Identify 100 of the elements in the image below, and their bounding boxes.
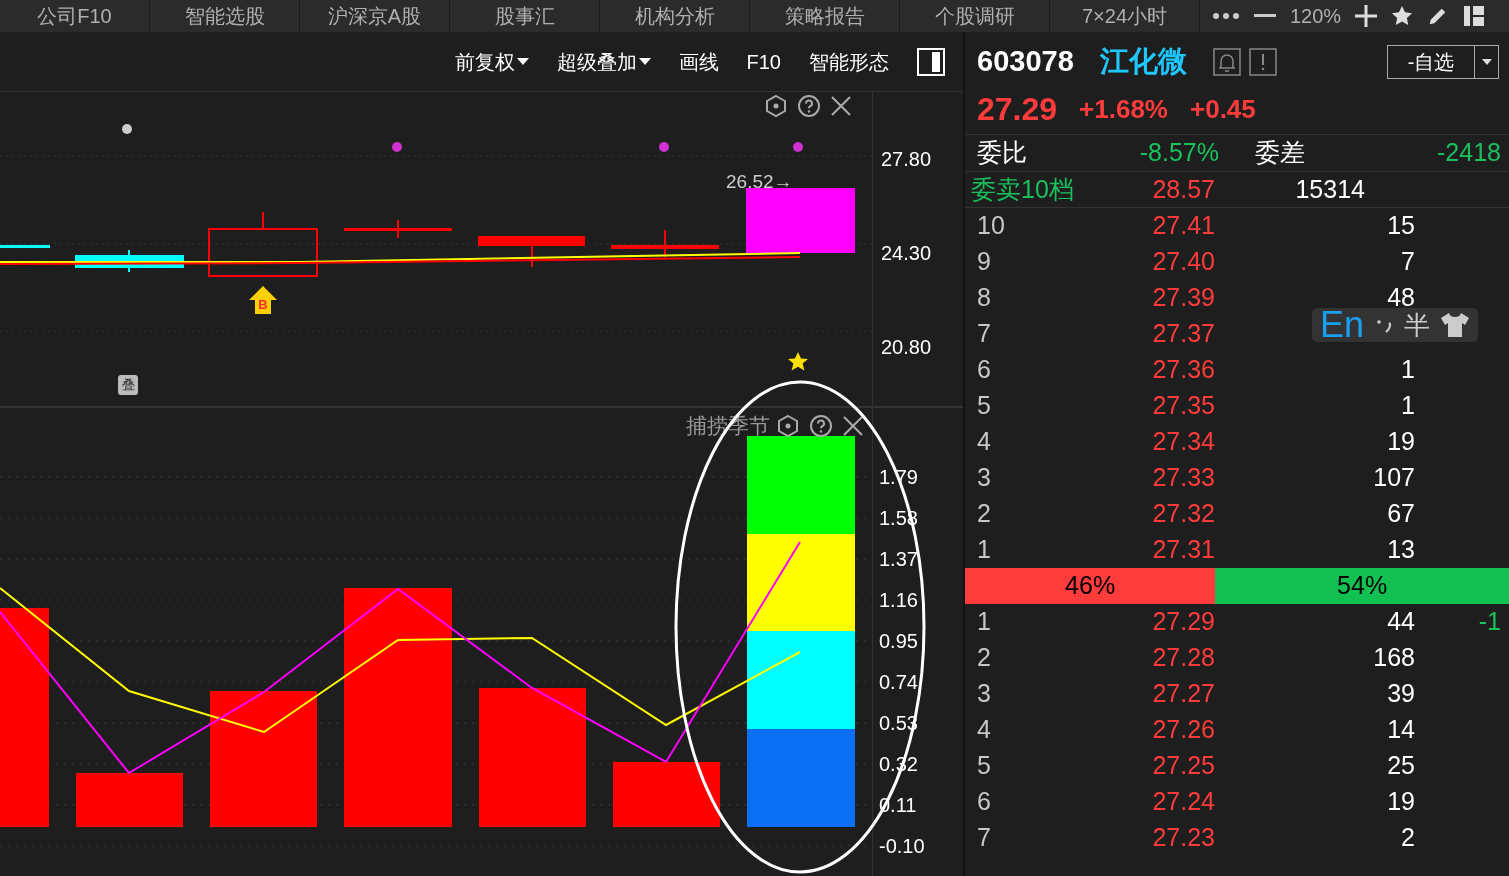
nav-tab[interactable]: 7×24小时 [1050, 0, 1200, 32]
order-volume: 25 [1386, 750, 1415, 782]
last-price: 27.29 [977, 90, 1058, 129]
level-number: 7 [976, 318, 992, 350]
stat-label: 委差 [1254, 137, 1306, 169]
order-price: 27.27 [1151, 678, 1215, 710]
signal-dot [793, 142, 803, 152]
volume-change: -1 [1478, 606, 1502, 638]
star-icon[interactable] [1391, 5, 1414, 27]
level-number: 6 [976, 354, 992, 386]
signal-dot [659, 142, 669, 152]
bell-icon[interactable] [1212, 48, 1241, 76]
order-price: 27.31 [1151, 534, 1215, 566]
order-volume: 19 [1386, 426, 1415, 458]
level-number: 2 [976, 642, 992, 674]
order-price: 27.28 [1151, 642, 1215, 674]
axis-label: -0.10 [879, 835, 926, 858]
level-number: 1 [976, 606, 992, 638]
candlestick [0, 245, 50, 248]
level-number: 10 [976, 210, 1006, 242]
level-number: 3 [976, 462, 992, 494]
axis-label: 0.95 [879, 630, 919, 653]
stock-name: 江化微 [1099, 44, 1187, 80]
order-volume: 7 [1400, 246, 1415, 278]
order-price: 27.32 [1151, 498, 1215, 530]
order-volume: 107 [1372, 462, 1415, 494]
order-price: 27.23 [1151, 822, 1215, 854]
buy-share-fill: 46% [965, 568, 1216, 604]
help-icon[interactable] [809, 413, 833, 438]
more-icon[interactable] [1212, 12, 1240, 20]
nav-tab[interactable]: 沪深京A股 [300, 0, 450, 32]
order-volume: 13 [1386, 534, 1415, 566]
buy-marker: B [258, 297, 268, 312]
nav-tab[interactable]: 公司F10 [0, 0, 150, 32]
stat-label: 委比 [976, 137, 1028, 169]
nav-tab[interactable]: 股事汇 [450, 0, 600, 32]
nav-tab[interactable]: 机构分析 [600, 0, 750, 32]
level-number: 4 [976, 426, 992, 458]
order-volume: 15 [1386, 210, 1415, 242]
nav-tab[interactable]: 个股调研 [900, 0, 1050, 32]
stat-value: -8.57% [1138, 137, 1219, 169]
order-price: 27.35 [1151, 390, 1215, 422]
close-icon[interactable] [842, 414, 864, 437]
axis-label: 27.80 [881, 147, 933, 172]
nav-tab[interactable]: 智能选股 [150, 0, 300, 32]
watchlist-button[interactable]: -自选 [1387, 45, 1499, 79]
order-volume: 168 [1372, 642, 1415, 674]
ask-total-price: 28.57 [1151, 173, 1215, 205]
order-volume: 14 [1386, 714, 1415, 746]
order-volume: 44 [1386, 606, 1415, 638]
zoom-out-icon[interactable] [1254, 14, 1276, 18]
level-number: 2 [976, 498, 992, 530]
zoom-level: 120% [1290, 4, 1342, 29]
level-number: 4 [976, 714, 992, 746]
toolbar-button[interactable]: 前复权 [454, 46, 529, 77]
order-volume: 39 [1386, 678, 1415, 710]
order-price: 27.26 [1151, 714, 1215, 746]
up-arrow-icon [249, 286, 277, 314]
level-number: 9 [976, 246, 992, 278]
nav-tab[interactable]: 策略报告 [750, 0, 900, 32]
help-icon[interactable] [797, 94, 821, 118]
order-price: 27.39 [1151, 282, 1215, 314]
stock-code: 603078 [977, 44, 1074, 80]
level-number: 5 [976, 750, 992, 782]
order-volume: 1 [1400, 354, 1415, 386]
axis-label: 1.16 [879, 589, 919, 612]
toolbar-button[interactable]: 超级叠加 [556, 46, 651, 77]
order-volume: 67 [1386, 498, 1415, 530]
order-volume: 2 [1400, 822, 1415, 854]
toolbar-button[interactable]: 画线 [678, 46, 719, 77]
order-price: 27.29 [1151, 606, 1215, 638]
layout-icon[interactable] [1463, 5, 1486, 27]
settings-icon[interactable] [776, 413, 800, 438]
order-volume: 1 [1400, 390, 1415, 422]
ask-total-label: 委卖10档 [970, 173, 1075, 205]
caret-icon [1481, 58, 1492, 66]
order-price: 27.40 [1151, 246, 1215, 278]
level-number: 7 [976, 822, 992, 854]
order-price: 27.24 [1151, 786, 1215, 818]
axis-label: 24.30 [881, 241, 933, 266]
level-number: 3 [976, 678, 992, 710]
axis-label: 1.37 [879, 548, 919, 571]
close-icon[interactable] [830, 95, 852, 117]
input-mode[interactable]: En [1320, 308, 1365, 342]
zoom-in-icon[interactable] [1355, 5, 1378, 27]
alert-icon[interactable] [1248, 48, 1277, 76]
level-number: 5 [976, 390, 992, 422]
level-number: 6 [976, 786, 992, 818]
sell-share: 54% [1336, 570, 1389, 602]
shirt-icon[interactable] [1440, 312, 1471, 338]
signal-dot [392, 142, 402, 152]
stat-value: -2418 [1436, 137, 1502, 169]
order-price: 27.41 [1151, 210, 1215, 242]
signal-dot [122, 124, 132, 134]
toolbar-button[interactable]: F10 [746, 46, 781, 77]
toolbar-button[interactable]: 智能形态 [809, 46, 889, 77]
panel-toggle-icon[interactable] [917, 47, 945, 76]
change-percent: +1.68% [1079, 92, 1168, 126]
settings-icon[interactable] [764, 94, 788, 118]
star-icon [788, 352, 808, 371]
